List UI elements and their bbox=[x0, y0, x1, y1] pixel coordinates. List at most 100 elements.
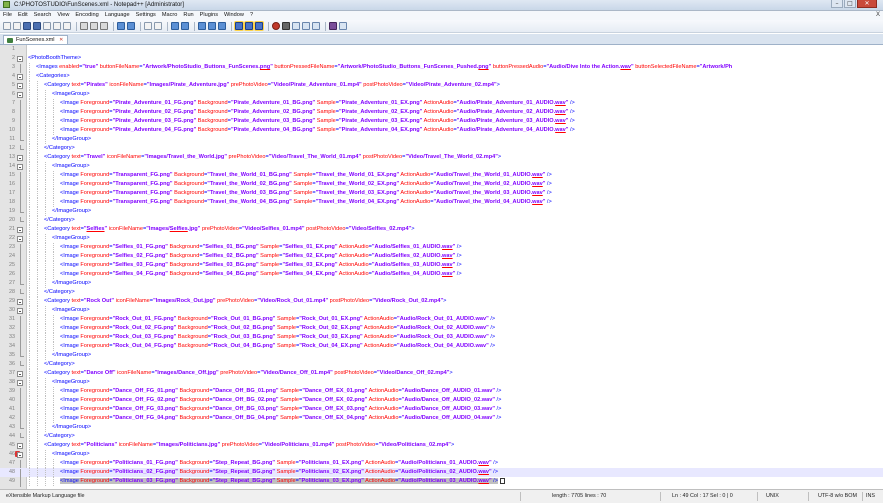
code-line[interactable]: 13 <Category text="Travel" iconFileName="… bbox=[0, 153, 883, 162]
code-line[interactable]: 35 </ImageGroup> bbox=[0, 351, 883, 360]
code-line[interactable]: 7 <Image Foreground="Pirate_Adventure_01_… bbox=[0, 99, 883, 109]
code-line[interactable]: 42 <Image Foreground="Dance_Off_FG_04.png… bbox=[0, 414, 883, 424]
menu-item-macro[interactable]: Macro bbox=[159, 11, 181, 20]
code-line[interactable]: 14 <ImageGroup> bbox=[0, 162, 883, 171]
save-icon[interactable] bbox=[23, 22, 31, 30]
code-line[interactable]: 40 <Image Foreground="Dance_Off_FG_02.png… bbox=[0, 396, 883, 406]
code-line[interactable]: 3 <Images enabled="true" buttonFileName="… bbox=[0, 63, 883, 73]
undo-icon[interactable] bbox=[117, 22, 125, 30]
fold-box[interactable] bbox=[17, 443, 23, 449]
fold-box[interactable] bbox=[17, 56, 23, 62]
close-window-button[interactable]: ✕ bbox=[857, 0, 877, 8]
code-line[interactable]: 1 bbox=[0, 45, 883, 54]
doc-map-icon[interactable] bbox=[255, 22, 263, 30]
code-line[interactable]: 30 <ImageGroup> bbox=[0, 306, 883, 315]
menu-item-file[interactable]: File bbox=[0, 11, 15, 20]
code-line[interactable]: 17 <Image Foreground="Transparent_FG.png"… bbox=[0, 189, 883, 199]
code-line[interactable]: 36 </Category> bbox=[0, 360, 883, 369]
fold-collapse-icon[interactable] bbox=[17, 163, 24, 170]
find-icon[interactable] bbox=[144, 22, 152, 30]
fold-collapse-icon[interactable] bbox=[17, 379, 24, 386]
code-line[interactable]: 28 </Category> bbox=[0, 288, 883, 297]
tab-close-icon[interactable]: ✕ bbox=[59, 36, 63, 45]
fold-box[interactable] bbox=[17, 299, 23, 305]
cut-icon[interactable] bbox=[80, 22, 88, 30]
menu-item-language[interactable]: Language bbox=[102, 11, 133, 20]
record-macro-icon[interactable] bbox=[272, 22, 280, 30]
plugin-extra-icon[interactable] bbox=[339, 22, 347, 30]
menu-close-document-button[interactable]: X bbox=[876, 11, 880, 20]
menu-item-help[interactable]: ? bbox=[247, 11, 256, 20]
fold-collapse-icon[interactable] bbox=[17, 73, 24, 80]
fold-box[interactable] bbox=[17, 155, 23, 161]
run-multiple-macro-icon[interactable] bbox=[302, 22, 310, 30]
close-file-icon[interactable] bbox=[43, 22, 51, 30]
stop-macro-icon[interactable] bbox=[282, 22, 290, 30]
code-line[interactable]: 24 <Image Foreground="Selfies_02_FG.png" … bbox=[0, 252, 883, 262]
code-line[interactable]: 39 <Image Foreground="Dance_Off_FG_01.png… bbox=[0, 387, 883, 397]
code-line[interactable]: 19 </ImageGroup> bbox=[0, 207, 883, 216]
tab-funscenes-xml[interactable]: FunScenes.xml ✕ bbox=[3, 35, 69, 45]
fold-collapse-icon[interactable] bbox=[17, 154, 24, 161]
fold-box[interactable] bbox=[17, 74, 23, 80]
save-macro-icon[interactable] bbox=[312, 22, 320, 30]
plugin-icon[interactable] bbox=[329, 22, 337, 30]
zoom-in-icon[interactable] bbox=[171, 22, 179, 30]
code-line[interactable]: 31 <Image Foreground="Rock_Out_01_FG.png"… bbox=[0, 315, 883, 325]
menu-item-search[interactable]: Search bbox=[31, 11, 55, 20]
fold-collapse-icon[interactable] bbox=[17, 451, 24, 458]
code-editor[interactable]: 1 2 <PhotoBoothTheme> 3 <Images enabled="tru… bbox=[0, 45, 883, 489]
minimize-button[interactable]: – bbox=[831, 0, 843, 8]
code-line[interactable]: 47 <Image Foreground="Politicians_01_FG.p… bbox=[0, 459, 883, 469]
sync-vertical-icon[interactable] bbox=[198, 22, 206, 30]
code-line[interactable]: 10 <Image Foreground="Pirate_Adventure_04… bbox=[0, 126, 883, 136]
code-line[interactable]: 16 <Image Foreground="Transparent_FG.png"… bbox=[0, 180, 883, 190]
menu-item-view[interactable]: View bbox=[54, 11, 72, 20]
fold-collapse-icon[interactable] bbox=[17, 442, 24, 449]
code-line[interactable]: 6 <ImageGroup> bbox=[0, 90, 883, 99]
indent-guide-icon[interactable] bbox=[245, 22, 253, 30]
code-line[interactable]: 12 </Category> bbox=[0, 144, 883, 153]
code-line[interactable]: 8 <Image Foreground="Pirate_Adventure_02_… bbox=[0, 108, 883, 118]
print-icon[interactable] bbox=[63, 22, 71, 30]
fold-box[interactable] bbox=[17, 452, 23, 458]
fold-box[interactable] bbox=[17, 380, 23, 386]
menu-item-edit[interactable]: Edit bbox=[15, 11, 31, 20]
code-line[interactable]: 11 </ImageGroup> bbox=[0, 135, 883, 144]
code-line[interactable]: 21 <Category text="Selfies" iconFileName=… bbox=[0, 225, 883, 234]
fold-box[interactable] bbox=[17, 83, 23, 89]
code-line[interactable]: 23 <Image Foreground="Selfies_01_FG.png" … bbox=[0, 243, 883, 253]
fold-box[interactable] bbox=[17, 227, 23, 233]
menu-item-plugins[interactable]: Plugins bbox=[197, 11, 221, 20]
code-line[interactable]: 20 </Category> bbox=[0, 216, 883, 225]
code-line[interactable]: 4 <Categories> bbox=[0, 72, 883, 81]
redo-icon[interactable] bbox=[127, 22, 135, 30]
replace-icon[interactable] bbox=[154, 22, 162, 30]
fold-collapse-icon[interactable] bbox=[17, 82, 24, 89]
fold-collapse-icon[interactable] bbox=[17, 370, 24, 377]
code-line[interactable]: 25 <Image Foreground="Selfies_03_FG.png" … bbox=[0, 261, 883, 271]
save-all-icon[interactable] bbox=[33, 22, 41, 30]
code-line[interactable]: 46 <ImageGroup> bbox=[0, 450, 883, 459]
code-line[interactable]: 15 <Image Foreground="Transparent_FG.png"… bbox=[0, 171, 883, 181]
code-line[interactable]: 22 <ImageGroup> bbox=[0, 234, 883, 243]
code-line[interactable]: 48 <Image Foreground="Politicians_02_FG.p… bbox=[0, 468, 883, 478]
fold-collapse-icon[interactable] bbox=[17, 307, 24, 314]
fold-collapse-icon[interactable] bbox=[17, 298, 24, 305]
code-line[interactable]: 9 <Image Foreground="Pirate_Adventure_03_… bbox=[0, 117, 883, 127]
fold-box[interactable] bbox=[17, 371, 23, 377]
word-wrap-icon[interactable] bbox=[218, 22, 226, 30]
close-all-icon[interactable] bbox=[53, 22, 61, 30]
zoom-out-icon[interactable] bbox=[181, 22, 189, 30]
menu-item-window[interactable]: Window bbox=[221, 11, 247, 20]
code-line[interactable]: 34 <Image Foreground="Rock_Out_04_FG.png"… bbox=[0, 342, 883, 352]
code-line[interactable]: 38 <ImageGroup> bbox=[0, 378, 883, 387]
code-line[interactable]: 43 </ImageGroup> bbox=[0, 423, 883, 432]
copy-icon[interactable] bbox=[90, 22, 98, 30]
fold-collapse-icon[interactable] bbox=[17, 226, 24, 233]
menu-item-settings[interactable]: Settings bbox=[133, 11, 159, 20]
fold-box[interactable] bbox=[17, 308, 23, 314]
fold-collapse-icon[interactable] bbox=[17, 91, 24, 98]
play-macro-icon[interactable] bbox=[292, 22, 300, 30]
code-line[interactable]: 26 <Image Foreground="Selfies_04_FG.png" … bbox=[0, 270, 883, 280]
